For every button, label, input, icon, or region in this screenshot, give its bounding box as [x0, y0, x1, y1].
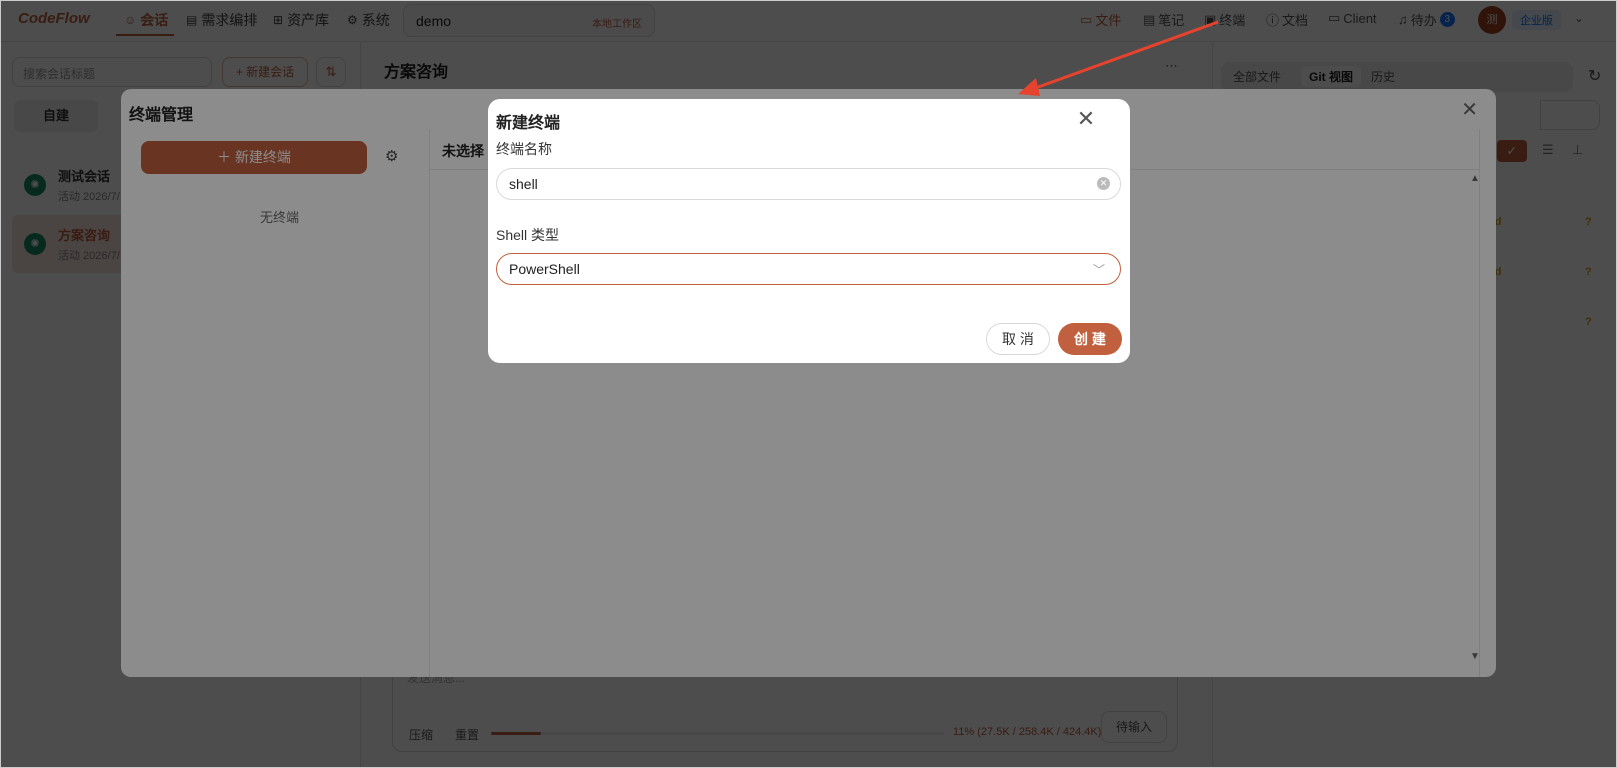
create-button[interactable]: 创 建 [1058, 323, 1122, 355]
new-terminal-dialog: 新建终端 ✕ 终端名称 shell ✕ Shell 类型 PowerShell … [488, 99, 1130, 363]
app-root: CodeFlow ☺ 会话 ▤ 需求编排 ⊞ 资产库 ⚙ 系统 demo 本地工作区 ▭… [0, 0, 1617, 768]
shell-type-label: Shell 类型 [496, 227, 560, 243]
cancel-button[interactable]: 取 消 [986, 323, 1050, 355]
chevron-down-icon[interactable]: ﹀ [1093, 261, 1105, 278]
close-icon[interactable]: ✕ [1072, 105, 1100, 133]
shell-type-select[interactable]: PowerShell [496, 253, 1121, 285]
dialog-title: 新建终端 [496, 115, 561, 132]
terminal-name-input[interactable]: shell [496, 168, 1121, 200]
terminal-name-label: 终端名称 [496, 141, 552, 157]
clear-input-icon[interactable]: ✕ [1097, 177, 1110, 190]
